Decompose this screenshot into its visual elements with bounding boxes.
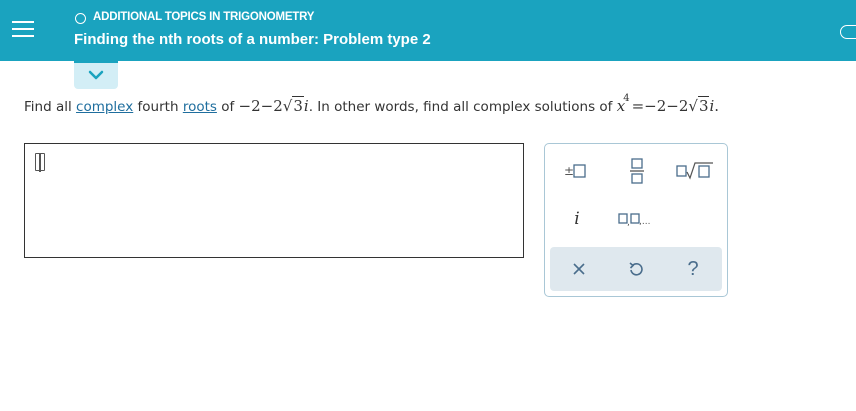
question-word-of: of bbox=[221, 99, 235, 115]
close-icon bbox=[573, 263, 585, 275]
help-button[interactable]: ? bbox=[678, 255, 708, 283]
undo-button[interactable] bbox=[621, 255, 651, 283]
plus-minus-button[interactable]: ± bbox=[563, 156, 591, 186]
question-word-fourth: fourth bbox=[137, 99, 179, 115]
nth-root-button[interactable] bbox=[675, 156, 715, 186]
menu-icon[interactable] bbox=[12, 18, 34, 40]
svg-text:,: , bbox=[627, 218, 630, 226]
math-expression: −2−2√3i bbox=[238, 96, 309, 115]
roots-link[interactable]: roots bbox=[183, 99, 217, 115]
clear-button[interactable] bbox=[564, 255, 594, 283]
question-sentence2: . In other words, find all complex solut… bbox=[308, 99, 613, 115]
text-cursor-icon bbox=[35, 153, 45, 172]
list-icon: , ,... bbox=[618, 213, 650, 226]
undo-icon bbox=[629, 262, 643, 276]
header-bar: ADDITIONAL TOPICS IN TRIGONOMETRY Findin… bbox=[0, 0, 856, 61]
imaginary-i-button[interactable]: i bbox=[563, 204, 591, 234]
svg-text:±: ± bbox=[564, 164, 574, 178]
fraction-icon bbox=[630, 158, 644, 184]
collapse-toggle-button[interactable] bbox=[74, 61, 118, 89]
math-toolbar: ± i , ,... ? bbox=[544, 143, 728, 297]
question-prefix: Find all bbox=[24, 99, 72, 115]
list-button[interactable]: , ,... bbox=[617, 204, 657, 234]
sqrt-symbol-2: √3 bbox=[688, 96, 710, 115]
topic-circle-icon bbox=[75, 13, 86, 24]
fraction-button[interactable] bbox=[623, 154, 651, 188]
plus-minus-icon: ± bbox=[564, 164, 586, 178]
topic-label: ADDITIONAL TOPICS IN TRIGONOMETRY bbox=[93, 11, 315, 23]
equation: x4 =−2−2√3i. bbox=[616, 93, 720, 115]
svg-text:,...: ,... bbox=[639, 217, 650, 226]
sqrt-symbol: √3 bbox=[282, 96, 304, 115]
nth-root-icon bbox=[676, 162, 713, 180]
imaginary-i-label: i bbox=[574, 209, 580, 229]
question-text: Find all complex fourth roots of −2−2√3i… bbox=[24, 93, 720, 115]
chevron-down-icon bbox=[88, 70, 104, 80]
side-panel-toggle[interactable] bbox=[840, 25, 856, 39]
complex-link[interactable]: complex bbox=[76, 99, 133, 115]
help-icon: ? bbox=[687, 257, 699, 280]
toolbar-actions: ? bbox=[550, 247, 722, 291]
page-title: Finding the nth roots of a number: Probl… bbox=[74, 31, 431, 48]
answer-input[interactable] bbox=[24, 143, 524, 258]
